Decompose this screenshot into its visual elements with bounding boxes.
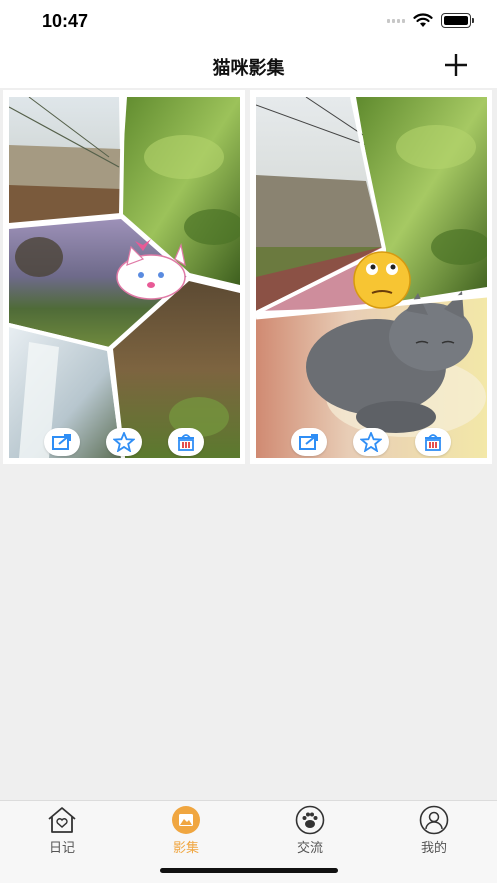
profile-icon [419, 805, 449, 835]
tab-label: 交流 [296, 840, 323, 855]
favorite-button[interactable] [353, 428, 389, 456]
tab-community[interactable]: 交流 [270, 805, 350, 856]
battery-icon [441, 13, 474, 28]
house-heart-icon [48, 807, 76, 833]
album-icon [172, 806, 200, 834]
emoji-face-sticker [353, 251, 411, 309]
card-actions [3, 428, 245, 456]
nav-bar: 猫咪影集 [0, 44, 497, 88]
signal-icon [387, 18, 405, 23]
wifi-icon [413, 13, 433, 27]
status-icons [387, 13, 474, 28]
album-card[interactable] [3, 90, 245, 464]
favorite-button[interactable] [106, 428, 142, 456]
share-icon [299, 434, 318, 450]
paw-icon [295, 805, 325, 835]
share-icon [52, 434, 71, 450]
trash-icon [178, 434, 194, 451]
album-card[interactable] [250, 90, 492, 464]
tab-label: 日记 [48, 840, 75, 855]
trash-icon [425, 434, 441, 451]
plus-icon[interactable] [443, 52, 469, 78]
tab-diary[interactable]: 日记 [22, 805, 102, 856]
tab-label: 我的 [420, 840, 447, 855]
star-icon [360, 432, 382, 452]
page-title: 猫咪影集 [212, 58, 285, 78]
collage-image[interactable] [256, 97, 487, 458]
star-icon [113, 432, 135, 452]
delete-button[interactable] [415, 428, 451, 456]
delete-button[interactable] [168, 428, 204, 456]
tab-profile[interactable]: 我的 [394, 805, 474, 856]
album-grid [0, 88, 497, 800]
tab-label: 影集 [172, 840, 199, 855]
home-indicator[interactable] [160, 868, 338, 873]
share-button[interactable] [44, 428, 80, 456]
status-bar: 10:47 [0, 0, 497, 44]
card-actions [250, 428, 492, 456]
collage-image[interactable] [9, 97, 240, 458]
tab-album[interactable]: 影集 [146, 805, 226, 856]
status-time: 10:47 [42, 11, 89, 31]
share-button[interactable] [291, 428, 327, 456]
